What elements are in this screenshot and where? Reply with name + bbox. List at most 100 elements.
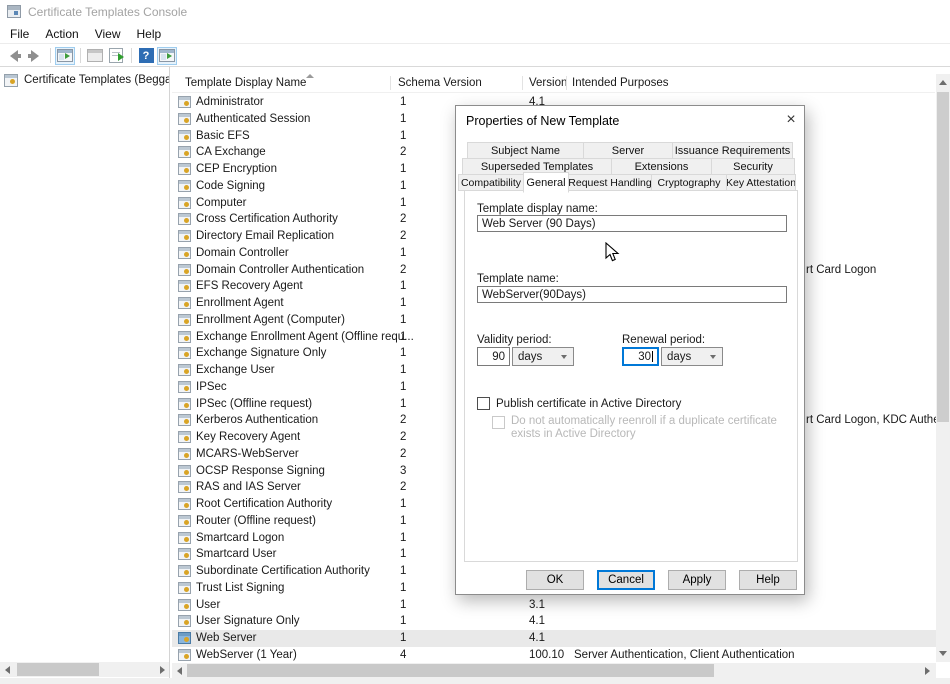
scroll-right-icon[interactable] bbox=[920, 663, 934, 678]
show-console-tree-icon[interactable] bbox=[157, 47, 177, 65]
forward-icon[interactable] bbox=[25, 47, 45, 65]
template-display-name-cell: Kerberos Authentication bbox=[196, 414, 318, 426]
list-vertical-scrollbar[interactable] bbox=[936, 74, 950, 662]
toolbar: ? bbox=[0, 45, 950, 67]
scrollbar-thumb[interactable] bbox=[187, 664, 714, 677]
schema-version-cell: 1 bbox=[400, 197, 406, 209]
back-icon[interactable] bbox=[4, 47, 24, 65]
dialog-tab[interactable]: Compatibility bbox=[458, 174, 524, 191]
template-display-name-field[interactable]: Web Server (90 Days) bbox=[477, 215, 787, 232]
version-cell: 100.10 bbox=[529, 649, 564, 661]
certificate-template-icon bbox=[178, 481, 191, 493]
scrollbar-thumb[interactable] bbox=[937, 92, 949, 422]
table-row[interactable]: User Signature Only 1 4.1 bbox=[172, 613, 936, 630]
menu-item[interactable]: Help bbox=[129, 25, 170, 43]
schema-version-cell: 1 bbox=[400, 180, 406, 192]
status-strip bbox=[0, 678, 950, 684]
renewal-period-value: 30 bbox=[638, 351, 651, 363]
column-header-intended-purposes[interactable]: Intended Purposes bbox=[572, 77, 669, 89]
menu-item[interactable]: File bbox=[2, 25, 37, 43]
certificate-templates-icon bbox=[4, 74, 18, 87]
template-display-name-cell: WebServer (1 Year) bbox=[196, 649, 297, 661]
certificate-template-icon bbox=[178, 96, 191, 108]
schema-version-cell: 1 bbox=[400, 331, 406, 343]
schema-version-cell: 1 bbox=[400, 582, 406, 594]
sort-ascending-icon bbox=[306, 74, 314, 78]
dialog-tab[interactable]: Security bbox=[711, 158, 795, 175]
schema-version-cell: 1 bbox=[400, 297, 406, 309]
table-row[interactable]: User 1 3.1 bbox=[172, 597, 936, 614]
tree-item-certificate-templates[interactable]: Certificate Templates (Beggarwo bbox=[2, 72, 170, 90]
scrollbar-thumb[interactable] bbox=[17, 663, 99, 676]
renewal-period-field[interactable]: 30 bbox=[622, 347, 659, 366]
do-not-reenroll-checkbox bbox=[492, 416, 505, 429]
tree-horizontal-scrollbar[interactable] bbox=[0, 662, 169, 677]
dialog-tab[interactable]: Extensions bbox=[611, 158, 712, 175]
dialog-tab[interactable]: Server bbox=[583, 142, 673, 159]
dialog-tab[interactable]: Key Attestation bbox=[726, 174, 796, 191]
menu-item[interactable]: View bbox=[87, 25, 129, 43]
template-display-name-cell: OCSP Response Signing bbox=[196, 465, 325, 477]
dialog-button[interactable]: Help bbox=[739, 570, 797, 590]
column-header-schema-version[interactable]: Schema Version bbox=[398, 77, 482, 89]
publish-certificate-checkbox[interactable] bbox=[477, 397, 490, 410]
template-display-name-cell: Cross Certification Authority bbox=[196, 213, 338, 225]
dialog-tab[interactable]: Cryptography bbox=[651, 174, 727, 191]
column-separator bbox=[566, 76, 567, 90]
schema-version-cell: 1 bbox=[400, 314, 406, 326]
scroll-down-icon[interactable] bbox=[936, 645, 950, 662]
schema-version-cell: 1 bbox=[400, 498, 406, 510]
renewal-unit-dropdown[interactable]: days bbox=[661, 347, 723, 366]
template-display-name-cell: Code Signing bbox=[196, 180, 265, 192]
template-display-name-cell: Domain Controller bbox=[196, 247, 289, 259]
menu-item[interactable]: Action bbox=[37, 25, 86, 43]
certificate-template-icon bbox=[178, 213, 191, 225]
console-tree-icon[interactable] bbox=[55, 47, 75, 65]
schema-version-cell: 2 bbox=[400, 146, 406, 158]
dialog-button[interactable]: OK bbox=[526, 570, 584, 590]
schema-version-cell: 1 bbox=[400, 515, 406, 527]
scroll-left-icon[interactable] bbox=[172, 663, 186, 678]
close-icon[interactable]: × bbox=[781, 110, 801, 130]
console-tree-pane: Certificate Templates (Beggarwo bbox=[0, 67, 170, 678]
window-title: Certificate Templates Console bbox=[28, 5, 187, 19]
dialog-button[interactable]: Cancel bbox=[597, 570, 655, 590]
scroll-right-icon[interactable] bbox=[155, 662, 169, 677]
dialog-tab[interactable]: Request Handling bbox=[568, 174, 652, 191]
dialog-tab[interactable]: General bbox=[523, 172, 569, 193]
table-row[interactable]: WebServer (1 Year) 4 100.10 Server Authe… bbox=[172, 647, 936, 664]
certificate-template-icon bbox=[178, 414, 191, 426]
template-display-name-cell: Subordinate Certification Authority bbox=[196, 565, 370, 577]
tab-row-2: Superseded TemplatesExtensionsSecurity bbox=[463, 158, 795, 175]
template-display-name-cell: Root Certification Authority bbox=[196, 498, 332, 510]
template-display-name-cell: Exchange User bbox=[196, 364, 275, 376]
template-display-name-cell: Directory Email Replication bbox=[196, 230, 334, 242]
window-icon[interactable] bbox=[85, 47, 105, 65]
schema-version-cell: 1 bbox=[400, 247, 406, 259]
validity-unit-dropdown[interactable]: days bbox=[512, 347, 574, 366]
template-name-field[interactable]: WebServer(90Days) bbox=[477, 286, 787, 303]
toolbar-separator bbox=[50, 48, 51, 63]
certificate-template-icon bbox=[178, 548, 191, 560]
tab-row-1: Subject NameServerIssuance Requirements bbox=[468, 142, 793, 159]
template-display-name-cell: EFS Recovery Agent bbox=[196, 280, 303, 292]
table-row[interactable]: Web Server 1 4.1 bbox=[172, 630, 936, 647]
scroll-up-icon[interactable] bbox=[936, 74, 950, 91]
certificate-template-icon bbox=[178, 649, 191, 661]
dialog-button[interactable]: Apply bbox=[668, 570, 726, 590]
schema-version-cell: 1 bbox=[400, 615, 406, 627]
menu-bar: FileActionViewHelp bbox=[0, 24, 950, 44]
list-horizontal-scrollbar[interactable] bbox=[172, 663, 936, 678]
validity-period-field[interactable]: 90 bbox=[477, 347, 510, 366]
certificate-template-icon bbox=[178, 398, 191, 410]
help-icon[interactable]: ? bbox=[136, 47, 156, 65]
certificate-template-icon bbox=[178, 180, 191, 192]
dialog-tab[interactable]: Issuance Requirements bbox=[672, 142, 793, 159]
scroll-left-icon[interactable] bbox=[0, 662, 14, 677]
export-list-icon[interactable] bbox=[106, 47, 126, 65]
certificate-template-icon bbox=[178, 431, 191, 443]
column-header-template-display-name[interactable]: Template Display Name bbox=[185, 77, 306, 89]
certificate-template-icon bbox=[178, 632, 191, 644]
dialog-tab[interactable]: Subject Name bbox=[467, 142, 584, 159]
column-header-version[interactable]: Version bbox=[529, 77, 567, 89]
